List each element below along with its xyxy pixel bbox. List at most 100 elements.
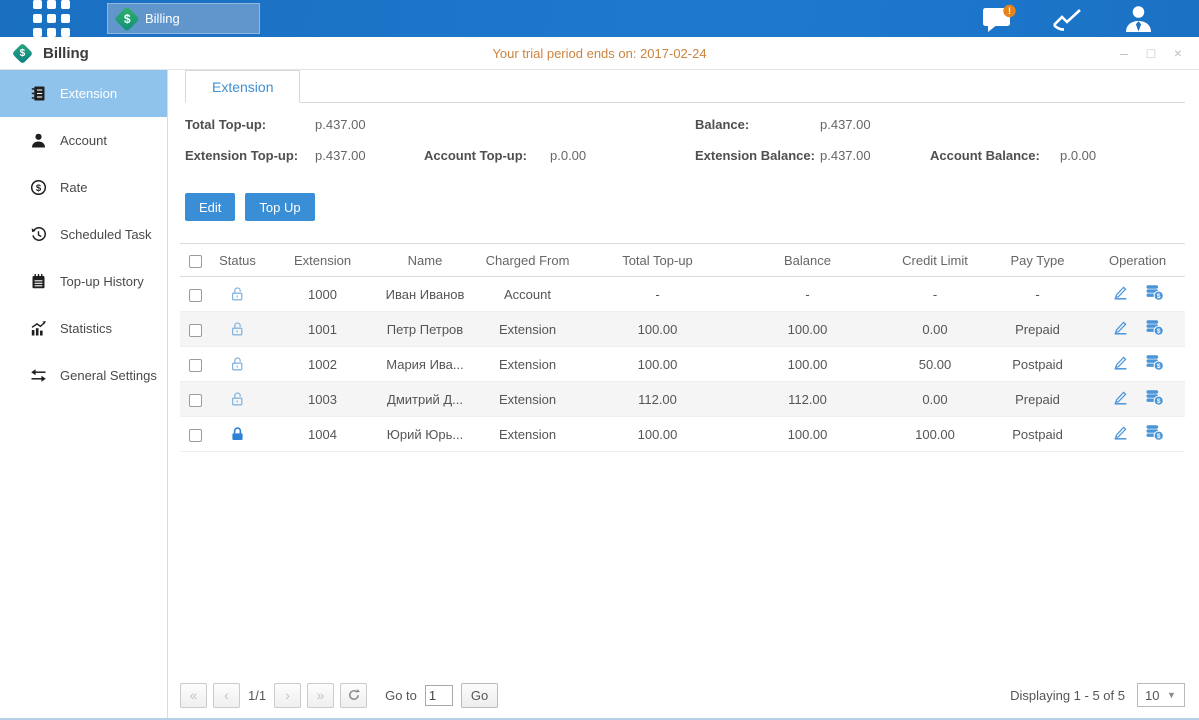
name-cell: Мария Ива...: [380, 347, 470, 382]
notification-badge: !: [1008, 6, 1011, 16]
last-page-button[interactable]: »: [307, 683, 334, 708]
row-checkbox[interactable]: [189, 324, 202, 337]
top-up-button[interactable]: Top Up: [245, 193, 314, 221]
goto-page-input[interactable]: [425, 685, 453, 706]
goto-label: Go to: [385, 688, 417, 703]
go-button[interactable]: Go: [461, 683, 498, 708]
billing-diamond-icon: $: [114, 6, 139, 31]
topup-coins-icon[interactable]: $: [1145, 284, 1164, 301]
page-size-select[interactable]: 10 ▼: [1137, 683, 1185, 707]
sidebar-item-scheduled-task[interactable]: Scheduled Task: [0, 211, 167, 258]
sidebar-item-statistics[interactable]: Statistics: [0, 305, 167, 352]
edit-icon[interactable]: [1112, 424, 1129, 441]
extension-table: Status Extension Name Charged From Total…: [180, 243, 1185, 452]
displaying-text: Displaying 1 - 5 of 5: [1010, 688, 1125, 703]
name-cell: Юрий Юрь...: [380, 417, 470, 452]
balance-label: Balance:: [695, 117, 749, 132]
table-body: 1000 Иван Иванов Account - - - -: [180, 277, 1185, 452]
charged-from-cell: Account: [470, 277, 585, 312]
sidebar: Extension Account $ Rate: [0, 70, 168, 718]
person-icon: [30, 132, 47, 149]
refresh-icon: [347, 688, 361, 702]
tab-extension[interactable]: Extension: [185, 70, 300, 103]
user-icon[interactable]: [1122, 4, 1155, 34]
row-checkbox[interactable]: [189, 394, 202, 407]
table-row: 1001 Петр Петров Extension 100.00 100.00…: [180, 312, 1185, 347]
row-checkbox[interactable]: [189, 429, 202, 442]
sidebar-item-topup-history[interactable]: Top-up History: [0, 258, 167, 305]
edit-button[interactable]: Edit: [185, 193, 235, 221]
maximize-button[interactable]: □: [1144, 45, 1158, 61]
total-topup-cell: 100.00: [585, 347, 730, 382]
sidebar-item-account[interactable]: Account: [0, 117, 167, 164]
prev-page-button[interactable]: ‹: [213, 683, 240, 708]
row-checkbox[interactable]: [189, 289, 202, 302]
sidebar-item-label: General Settings: [60, 368, 157, 383]
notebook-icon: [30, 273, 47, 290]
next-page-button[interactable]: ›: [274, 683, 301, 708]
page-indicator: 1/1: [248, 688, 266, 703]
refresh-button[interactable]: [340, 683, 367, 708]
extension-balance-label: Extension Balance:: [695, 148, 815, 163]
balance-cell: 100.00: [730, 417, 885, 452]
sidebar-item-rate[interactable]: $ Rate: [0, 164, 167, 211]
table-header-row: Status Extension Name Charged From Total…: [180, 244, 1185, 277]
system-topbar: $ Billing !: [0, 0, 1199, 37]
lock-open-icon: [229, 286, 246, 303]
sidebar-item-general-settings[interactable]: General Settings: [0, 352, 167, 399]
sidebar-item-extension[interactable]: Extension: [0, 70, 167, 117]
close-button[interactable]: ×: [1171, 45, 1185, 61]
select-all-checkbox[interactable]: [189, 255, 202, 268]
balance-cell: -: [730, 277, 885, 312]
charged-from-cell: Extension: [470, 417, 585, 452]
credit-limit-cell: 50.00: [885, 347, 985, 382]
edit-icon[interactable]: [1112, 319, 1129, 336]
window-title: Billing: [43, 45, 89, 62]
extension-cell: 1003: [265, 382, 380, 417]
messages-icon[interactable]: !: [982, 4, 1017, 34]
lock-open-icon: [229, 356, 246, 373]
svg-text:$: $: [1156, 363, 1160, 370]
first-page-button[interactable]: «: [180, 683, 207, 708]
transfer-arrows-icon: [30, 367, 47, 384]
table-row: 1004 Юрий Юрь... Extension 100.00 100.00…: [180, 417, 1185, 452]
credit-limit-cell: 0.00: [885, 382, 985, 417]
lock-open-icon: [229, 391, 246, 408]
status-lock: [229, 390, 246, 405]
status-lock: [229, 425, 246, 440]
pay-type-cell: Postpaid: [985, 417, 1090, 452]
billing-summary: Total Top-up: p.437.00 Balance: p.437.00…: [185, 113, 1185, 179]
col-operation: Operation: [1090, 244, 1185, 277]
taskbar-tab-billing[interactable]: $ Billing: [107, 3, 260, 34]
edit-icon[interactable]: [1112, 389, 1129, 406]
name-cell: Иван Иванов: [380, 277, 470, 312]
lock-closed-icon: [229, 426, 246, 443]
sidebar-item-label: Account: [60, 133, 107, 148]
topup-coins-icon[interactable]: $: [1145, 319, 1164, 336]
topup-coins-icon[interactable]: $: [1145, 424, 1164, 441]
chevron-down-icon: ▼: [1167, 690, 1184, 700]
lock-open-icon: [229, 321, 246, 338]
page-size-value: 10: [1138, 688, 1167, 703]
minimize-button[interactable]: –: [1117, 45, 1131, 61]
statistics-chart-icon[interactable]: [1051, 4, 1088, 34]
status-lock: [229, 320, 246, 335]
total-topup-value: p.437.00: [315, 117, 366, 132]
status-lock: [229, 285, 246, 300]
tab-strip: Extension: [185, 70, 1185, 103]
col-charged-from: Charged From: [470, 244, 585, 277]
col-credit-limit: Credit Limit: [885, 244, 985, 277]
topup-coins-icon[interactable]: $: [1145, 389, 1164, 406]
taskbar-tab-label: Billing: [145, 11, 180, 26]
edit-icon[interactable]: [1112, 354, 1129, 371]
extension-cell: 1000: [265, 277, 380, 312]
svg-text:$: $: [1156, 293, 1160, 300]
col-pay-type: Pay Type: [985, 244, 1090, 277]
topup-coins-icon[interactable]: $: [1145, 354, 1164, 371]
status-lock: [229, 355, 246, 370]
name-cell: Петр Петров: [380, 312, 470, 347]
edit-icon[interactable]: [1112, 284, 1129, 301]
table-row: 1002 Мария Ива... Extension 100.00 100.0…: [180, 347, 1185, 382]
app-launcher-icon[interactable]: [33, 0, 70, 37]
row-checkbox[interactable]: [189, 359, 202, 372]
